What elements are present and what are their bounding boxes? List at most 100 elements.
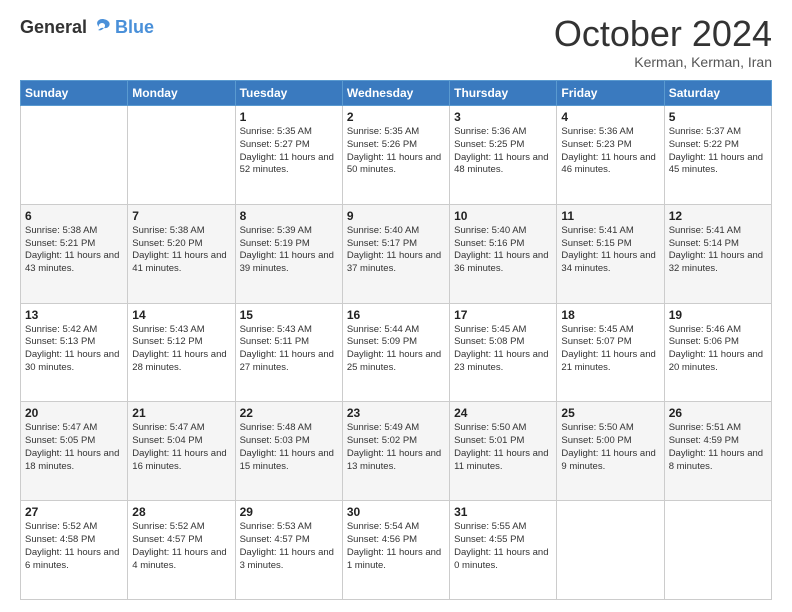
calendar-cell: 12Sunrise: 5:41 AMSunset: 5:14 PMDayligh… [664, 204, 771, 303]
calendar-cell: 29 Sunrise: 5:53 AMSunset: 4:57 PMDayligh… [235, 501, 342, 600]
calendar-cell [557, 501, 664, 600]
calendar-week-row: 13 Sunrise: 5:42 AMSunset: 5:13 PMDayligh… [21, 303, 772, 402]
calendar-cell: 17 Sunrise: 5:45 AMSunset: 5:08 PMDayligh… [450, 303, 557, 402]
day-number: 8 [240, 209, 338, 223]
calendar-cell: 20 Sunrise: 5:47 AMSunset: 5:05 PMDayligh… [21, 402, 128, 501]
cell-info: Sunrise: 5:53 AMSunset: 4:57 PMDaylight:… [240, 521, 338, 572]
cell-info: Sunrise: 5:47 AMSunset: 5:04 PMDaylight:… [132, 422, 230, 473]
cell-info: Sunrise: 5:50 AMSunset: 5:00 PMDaylight:… [561, 422, 659, 473]
day-number: 27 [25, 505, 123, 519]
day-number: 3 [454, 110, 552, 124]
cell-info: Sunrise: 5:49 AMSunset: 5:02 PMDaylight:… [347, 422, 445, 473]
calendar-header-sunday: Sunday [21, 81, 128, 106]
calendar-header-tuesday: Tuesday [235, 81, 342, 106]
day-number: 26 [669, 406, 767, 420]
day-number: 11 [561, 209, 659, 223]
cell-info: Sunrise: 5:48 AMSunset: 5:03 PMDaylight:… [240, 422, 338, 473]
day-number: 10 [454, 209, 552, 223]
day-number: 7 [132, 209, 230, 223]
logo: General Blue [20, 16, 154, 38]
calendar-header-wednesday: Wednesday [342, 81, 449, 106]
cell-info: Sunrise: 5:50 AMSunset: 5:01 PMDaylight:… [454, 422, 552, 473]
cell-info: Sunrise: 5:35 AMSunset: 5:27 PMDaylight:… [240, 126, 338, 177]
cell-info: Sunrise: 5:41 AMSunset: 5:14 PMDaylight:… [669, 225, 767, 276]
calendar-cell: 7 Sunrise: 5:38 AMSunset: 5:20 PMDaylight… [128, 204, 235, 303]
calendar-cell [664, 501, 771, 600]
calendar-header-thursday: Thursday [450, 81, 557, 106]
cell-info: Sunrise: 5:40 AMSunset: 5:17 PMDaylight:… [347, 225, 445, 276]
calendar-cell: 14 Sunrise: 5:43 AMSunset: 5:12 PMDayligh… [128, 303, 235, 402]
cell-info: Sunrise: 5:35 AMSunset: 5:26 PMDaylight:… [347, 126, 445, 177]
cell-info: Sunrise: 5:43 AMSunset: 5:11 PMDaylight:… [240, 324, 338, 375]
calendar-cell: 11 Sunrise: 5:41 AMSunset: 5:15 PMDayligh… [557, 204, 664, 303]
cell-info: Sunrise: 5:40 AMSunset: 5:16 PMDaylight:… [454, 225, 552, 276]
calendar-header-monday: Monday [128, 81, 235, 106]
calendar-cell: 18 Sunrise: 5:45 AMSunset: 5:07 PMDayligh… [557, 303, 664, 402]
calendar-cell: 25 Sunrise: 5:50 AMSunset: 5:00 PMDayligh… [557, 402, 664, 501]
page: General Blue October 2024 Kerman, Kerman… [0, 0, 792, 612]
calendar-header-row: SundayMondayTuesdayWednesdayThursdayFrid… [21, 81, 772, 106]
day-number: 28 [132, 505, 230, 519]
calendar-header-friday: Friday [557, 81, 664, 106]
day-number: 16 [347, 308, 445, 322]
calendar-week-row: 20 Sunrise: 5:47 AMSunset: 5:05 PMDayligh… [21, 402, 772, 501]
calendar-week-row: 1 Sunrise: 5:35 AMSunset: 5:27 PMDaylight… [21, 106, 772, 205]
day-number: 29 [240, 505, 338, 519]
calendar-cell: 10 Sunrise: 5:40 AMSunset: 5:16 PMDayligh… [450, 204, 557, 303]
day-number: 30 [347, 505, 445, 519]
cell-info: Sunrise: 5:43 AMSunset: 5:12 PMDaylight:… [132, 324, 230, 375]
calendar-cell [21, 106, 128, 205]
day-number: 18 [561, 308, 659, 322]
month-title: October 2024 [554, 16, 772, 52]
cell-info: Sunrise: 5:41 AMSunset: 5:15 PMDaylight:… [561, 225, 659, 276]
calendar-cell: 22 Sunrise: 5:48 AMSunset: 5:03 PMDayligh… [235, 402, 342, 501]
calendar-cell: 26Sunrise: 5:51 AMSunset: 4:59 PMDayligh… [664, 402, 771, 501]
day-number: 14 [132, 308, 230, 322]
cell-info: Sunrise: 5:52 AMSunset: 4:58 PMDaylight:… [25, 521, 123, 572]
cell-info: Sunrise: 5:38 AMSunset: 5:21 PMDaylight:… [25, 225, 123, 276]
cell-info: Sunrise: 5:42 AMSunset: 5:13 PMDaylight:… [25, 324, 123, 375]
calendar-cell: 24Sunrise: 5:50 AMSunset: 5:01 PMDayligh… [450, 402, 557, 501]
logo-blue-text: Blue [115, 17, 154, 38]
day-number: 23 [347, 406, 445, 420]
cell-info: Sunrise: 5:55 AMSunset: 4:55 PMDaylight:… [454, 521, 552, 572]
title-section: October 2024 Kerman, Kerman, Iran [554, 16, 772, 70]
calendar-cell: 30Sunrise: 5:54 AMSunset: 4:56 PMDayligh… [342, 501, 449, 600]
calendar-cell: 6 Sunrise: 5:38 AMSunset: 5:21 PMDaylight… [21, 204, 128, 303]
day-number: 6 [25, 209, 123, 223]
calendar-cell: 3 Sunrise: 5:36 AMSunset: 5:25 PMDaylight… [450, 106, 557, 205]
day-number: 25 [561, 406, 659, 420]
day-number: 13 [25, 308, 123, 322]
calendar-week-row: 27 Sunrise: 5:52 AMSunset: 4:58 PMDayligh… [21, 501, 772, 600]
calendar-cell: 8Sunrise: 5:39 AMSunset: 5:19 PMDaylight… [235, 204, 342, 303]
cell-info: Sunrise: 5:36 AMSunset: 5:25 PMDaylight:… [454, 126, 552, 177]
cell-info: Sunrise: 5:36 AMSunset: 5:23 PMDaylight:… [561, 126, 659, 177]
calendar-cell: 21 Sunrise: 5:47 AMSunset: 5:04 PMDayligh… [128, 402, 235, 501]
cell-info: Sunrise: 5:47 AMSunset: 5:05 PMDaylight:… [25, 422, 123, 473]
cell-info: Sunrise: 5:46 AMSunset: 5:06 PMDaylight:… [669, 324, 767, 375]
calendar-cell: 28 Sunrise: 5:52 AMSunset: 4:57 PMDayligh… [128, 501, 235, 600]
day-number: 15 [240, 308, 338, 322]
day-number: 4 [561, 110, 659, 124]
cell-info: Sunrise: 5:45 AMSunset: 5:07 PMDaylight:… [561, 324, 659, 375]
calendar-cell: 19Sunrise: 5:46 AMSunset: 5:06 PMDayligh… [664, 303, 771, 402]
cell-info: Sunrise: 5:37 AMSunset: 5:22 PMDaylight:… [669, 126, 767, 177]
day-number: 17 [454, 308, 552, 322]
day-number: 9 [347, 209, 445, 223]
cell-info: Sunrise: 5:45 AMSunset: 5:08 PMDaylight:… [454, 324, 552, 375]
calendar-cell: 5Sunrise: 5:37 AMSunset: 5:22 PMDaylight… [664, 106, 771, 205]
day-number: 22 [240, 406, 338, 420]
day-number: 2 [347, 110, 445, 124]
calendar-cell: 4 Sunrise: 5:36 AMSunset: 5:23 PMDaylight… [557, 106, 664, 205]
calendar-cell: 9 Sunrise: 5:40 AMSunset: 5:17 PMDaylight… [342, 204, 449, 303]
calendar-table: SundayMondayTuesdayWednesdayThursdayFrid… [20, 80, 772, 600]
day-number: 20 [25, 406, 123, 420]
calendar-week-row: 6 Sunrise: 5:38 AMSunset: 5:21 PMDaylight… [21, 204, 772, 303]
cell-info: Sunrise: 5:52 AMSunset: 4:57 PMDaylight:… [132, 521, 230, 572]
calendar-cell: 13 Sunrise: 5:42 AMSunset: 5:13 PMDayligh… [21, 303, 128, 402]
cell-info: Sunrise: 5:38 AMSunset: 5:20 PMDaylight:… [132, 225, 230, 276]
day-number: 1 [240, 110, 338, 124]
day-number: 21 [132, 406, 230, 420]
calendar-cell: 2 Sunrise: 5:35 AMSunset: 5:26 PMDaylight… [342, 106, 449, 205]
header: General Blue October 2024 Kerman, Kerman… [20, 16, 772, 70]
